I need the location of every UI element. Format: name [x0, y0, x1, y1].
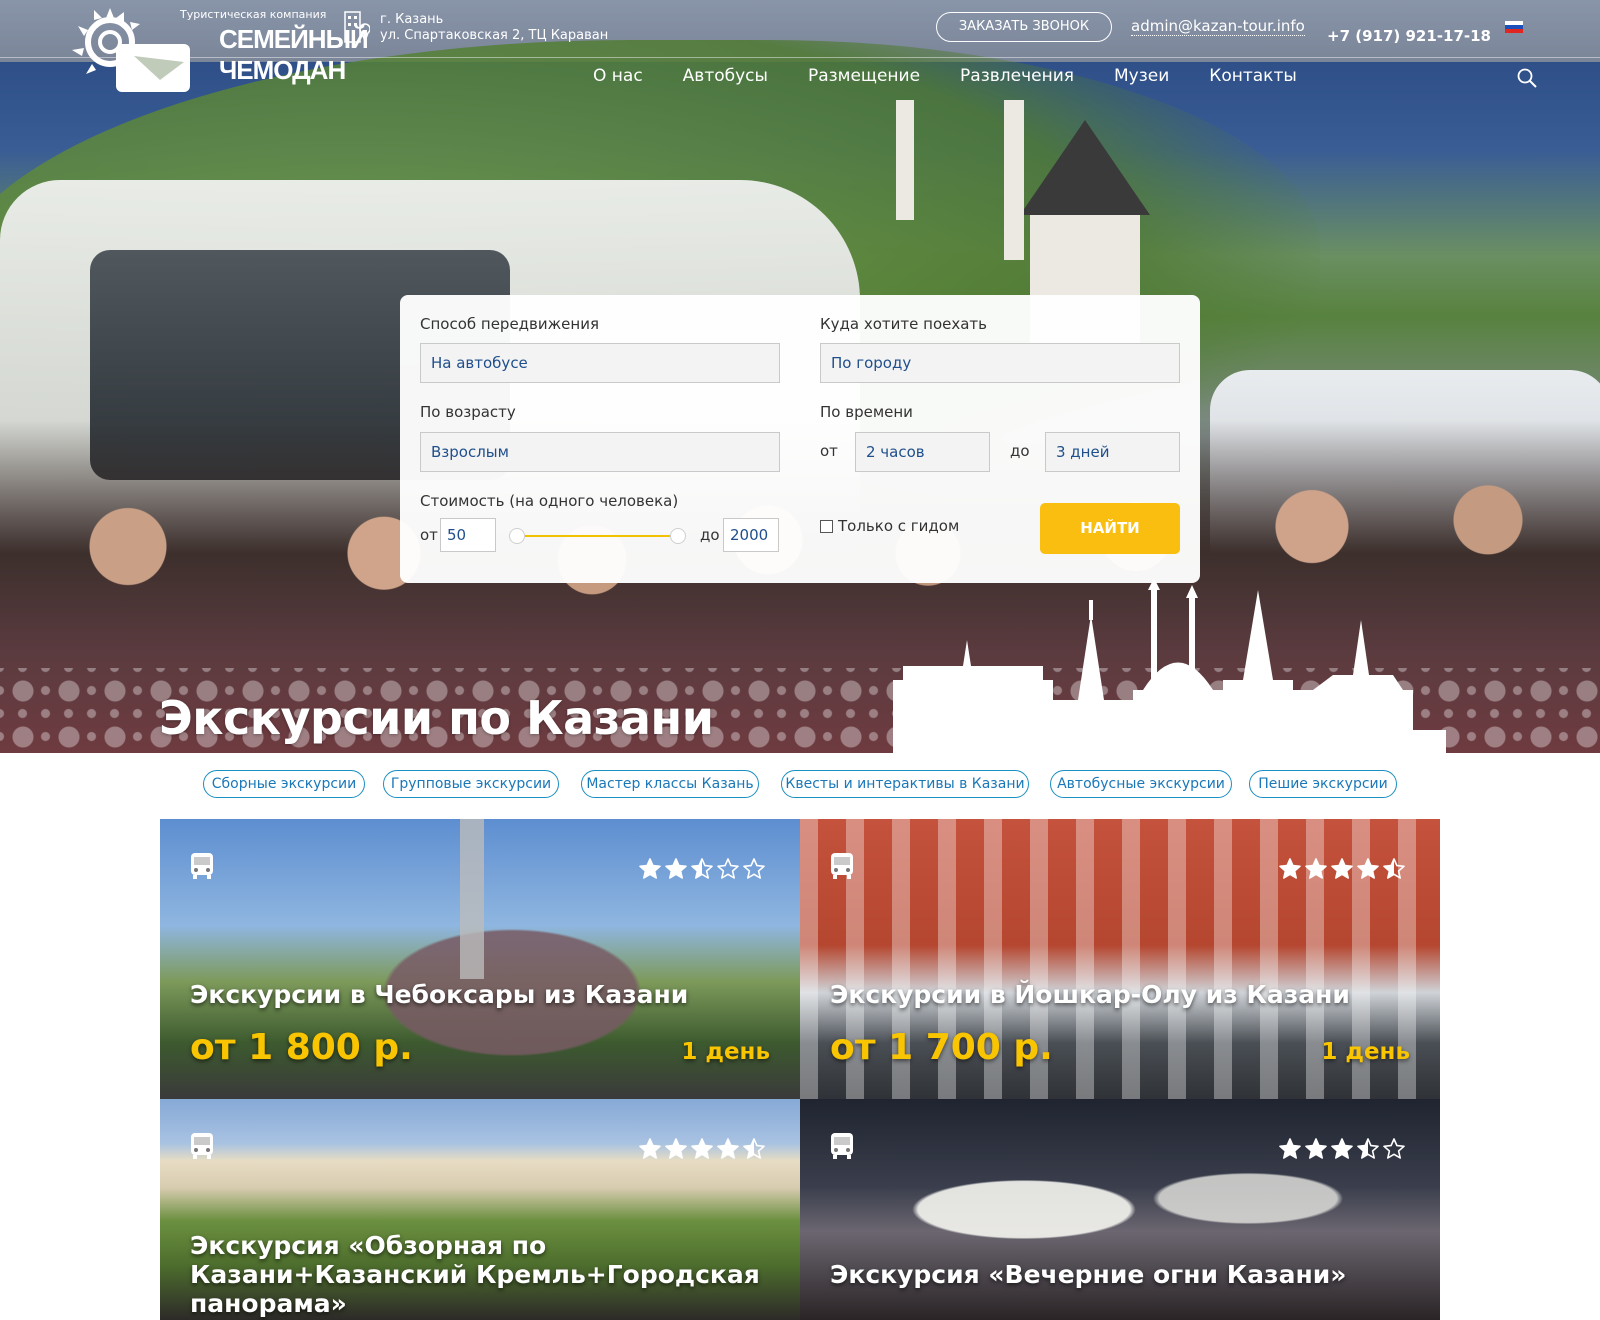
order-call-button[interactable]: ЗАКАЗАТЬ ЗВОНОК — [936, 12, 1112, 42]
chip-quests[interactable]: Квесты и интерактивы в Казани — [781, 770, 1029, 798]
star-empty-icon — [743, 858, 765, 879]
star-empty-icon — [1383, 1138, 1405, 1159]
destination-label: Куда хотите поехать — [820, 315, 987, 333]
address-city: г. Казань — [380, 12, 444, 27]
category-chips: Сборные экскурсии Групповые экскурсии Ма… — [0, 770, 1600, 798]
tour-title: Экскурсия «Вечерние огни Казани» — [830, 1260, 1347, 1289]
bus-icon — [191, 1133, 213, 1159]
nav-about[interactable]: О нас — [593, 66, 643, 86]
time-to-prefix: до — [1010, 442, 1030, 460]
time-from-prefix: от — [820, 442, 838, 460]
star-full-icon — [1357, 858, 1379, 879]
chip-group-tours[interactable]: Групповые экскурсии — [383, 770, 559, 798]
star-half-icon — [1357, 1138, 1379, 1159]
bus-icon — [831, 853, 853, 879]
bus-icon — [831, 1133, 853, 1159]
star-full-icon — [639, 1138, 661, 1159]
chip-walking-tours[interactable]: Пешие экскурсии — [1249, 770, 1397, 798]
destination-select[interactable]: По городу — [820, 343, 1180, 383]
monument — [460, 819, 484, 979]
time-to-select[interactable]: 3 дней — [1045, 432, 1180, 472]
star-full-icon — [639, 858, 661, 879]
kazan-skyline-silhouette-icon — [893, 580, 1446, 753]
tour-card[interactable]: Экскурсии в Йошкар-Олу из Казани от 1 70… — [800, 819, 1440, 1099]
logo-name: СЕМЕЙНЫЙ ЧЕМОДАН — [219, 24, 369, 86]
star-full-icon — [665, 1138, 687, 1159]
tour-title: Экскурсия «Обзорная по Казани+Казанский … — [190, 1231, 760, 1318]
star-half-icon — [1383, 858, 1405, 879]
ru-flag-icon[interactable] — [1505, 21, 1523, 33]
logo-name-line2: ЧЕМОДАН — [219, 55, 346, 85]
guide-label[interactable]: Только с гидом — [838, 517, 959, 535]
star-full-icon — [1305, 858, 1327, 879]
tour-title: Экскурсии в Чебоксары из Казани — [190, 980, 689, 1009]
chip-master-classes[interactable]: Мастер классы Казань — [581, 770, 759, 798]
tour-duration: 1 день — [1321, 1039, 1410, 1065]
star-full-icon — [665, 858, 687, 879]
minaret — [1004, 100, 1024, 260]
transport-label: Способ передвижения — [420, 315, 599, 333]
cost-slider-min-handle[interactable] — [509, 528, 525, 544]
sun-suitcase-logo-icon — [72, 8, 190, 92]
tour-title: Экскурсии в Йошкар-Олу из Казани — [830, 980, 1350, 1009]
tour-price: от 1 700 р. — [830, 1027, 1053, 1068]
tour-card[interactable]: Экскурсия «Обзорная по Казани+Казанский … — [160, 1099, 800, 1320]
cost-slider-max-handle[interactable] — [670, 528, 686, 544]
minaret — [896, 100, 914, 220]
address-street: ул. Спартаковская 2, ТЦ Караван — [380, 28, 609, 43]
bus-icon — [191, 853, 213, 879]
cost-to-prefix: до — [700, 526, 720, 544]
time-from-select[interactable]: 2 часов — [855, 432, 990, 472]
logo[interactable]: Туристическая компания СЕМЕЙНЫЙ ЧЕМОДАН — [64, 4, 369, 92]
tour-price: от 1 800 р. — [190, 1027, 413, 1068]
tour-duration: 1 день — [681, 1039, 770, 1065]
rating-stars — [1278, 1137, 1406, 1161]
nav-contacts[interactable]: Контакты — [1209, 66, 1297, 86]
phone-number[interactable]: +7 (917) 921-17-18 — [1327, 27, 1491, 45]
nav-buses[interactable]: Автобусы — [683, 66, 768, 86]
tour-card[interactable]: Экскурсия «Вечерние огни Казани» — [800, 1099, 1440, 1320]
search-icon[interactable] — [1517, 68, 1537, 88]
cost-from-prefix: от — [420, 526, 438, 544]
find-button[interactable]: НАЙТИ — [1040, 503, 1180, 554]
cost-label: Стоимость (на одного человека) — [420, 492, 679, 510]
building-location-icon — [344, 11, 370, 44]
transport-select[interactable]: На автобусе — [420, 343, 780, 383]
nav-accommodation[interactable]: Размещение — [808, 66, 920, 86]
star-full-icon — [1305, 1138, 1327, 1159]
kremlin-tower — [1020, 120, 1150, 215]
cost-slider-track[interactable] — [517, 535, 677, 537]
star-half-icon — [743, 1138, 765, 1159]
age-label: По возрасту — [420, 403, 516, 421]
cost-from-input[interactable]: 50 — [440, 518, 496, 552]
main-nav: О нас Автобусы Размещение Развлечения Му… — [593, 66, 1337, 86]
star-full-icon — [1331, 1138, 1353, 1159]
guide-checkbox[interactable] — [820, 520, 833, 533]
star-full-icon — [1331, 858, 1353, 879]
star-half-icon — [691, 858, 713, 879]
logo-name-line1: СЕМЕЙНЫЙ — [219, 24, 369, 54]
cost-to-input[interactable]: 2000 — [723, 518, 779, 552]
rating-stars — [638, 857, 766, 881]
email-link[interactable]: admin@kazan-tour.info — [1131, 17, 1305, 36]
time-label: По времени — [820, 403, 913, 421]
age-select[interactable]: Взрослым — [420, 432, 780, 472]
star-full-icon — [717, 1138, 739, 1159]
star-empty-icon — [717, 858, 739, 879]
tour-card[interactable]: Экскурсии в Чебоксары из Казани от 1 800… — [160, 819, 800, 1099]
star-full-icon — [691, 1138, 713, 1159]
nav-entertainment[interactable]: Развлечения — [960, 66, 1074, 86]
star-full-icon — [1279, 1138, 1301, 1159]
chip-combined-tours[interactable]: Сборные экскурсии — [203, 770, 365, 798]
logo-subtitle: Туристическая компания — [180, 8, 327, 21]
chip-bus-tours[interactable]: Автобусные экскурсии — [1050, 770, 1232, 798]
rating-stars — [638, 1137, 766, 1161]
page-title: Экскурсии по Казани — [159, 691, 714, 745]
star-full-icon — [1279, 858, 1301, 879]
rating-stars — [1278, 857, 1406, 881]
nav-museums[interactable]: Музеи — [1114, 66, 1169, 86]
